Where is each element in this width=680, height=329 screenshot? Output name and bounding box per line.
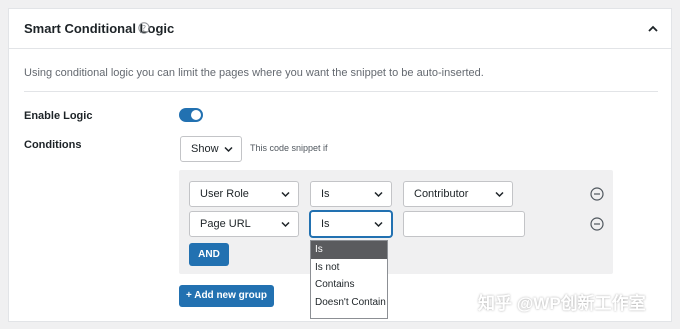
chevron-down-icon [495,191,504,198]
conditional-logic-panel: Smart Conditional Logic ? Using conditio… [8,8,672,322]
and-button[interactable]: AND [189,243,229,266]
remove-rule-icon[interactable] [590,187,604,201]
rule-field-value: Page URL [200,218,251,230]
show-hide-select[interactable]: Show [180,136,242,162]
panel-header[interactable]: Smart Conditional Logic ? [9,9,671,49]
chevron-down-icon [281,221,290,228]
chevron-down-icon [224,146,233,153]
rule-value-value: Contributor [414,188,469,200]
operator-option-is[interactable]: Is [311,241,387,259]
panel-title: Smart Conditional Logic [24,21,175,36]
watermark: 知乎 @WP创新工作室 [478,294,646,313]
rule-operator-value: Is [321,218,330,230]
operator-dropdown-list: Is Is not Contains Doesn't Contain [310,240,388,319]
panel-description: Using conditional logic you can limit th… [24,67,484,79]
rule-1-operator-select[interactable]: Is [310,181,392,207]
show-hide-value: Show [191,143,219,155]
rule-operator-value: Is [321,188,330,200]
rule-field-value: User Role [200,188,249,200]
operator-option-contains[interactable]: Contains [311,276,387,294]
rule-2-operator-select[interactable]: Is [310,211,392,237]
chevron-down-icon [374,221,383,228]
rule-2-field-select[interactable]: Page URL [189,211,299,237]
chevron-down-icon [374,191,383,198]
remove-rule-icon[interactable] [590,217,604,231]
chevron-down-icon [281,191,290,198]
svg-text:?: ? [142,24,146,33]
help-icon[interactable]: ? [138,22,150,34]
condition-group: User Role Is Contributor Page URL Is AND [179,170,613,274]
add-new-group-button[interactable]: + Add new group [179,285,274,307]
rule-2-value-input[interactable] [403,211,525,237]
rule-1-field-select[interactable]: User Role [189,181,299,207]
operator-option-doesnt-contain[interactable]: Doesn't Contain [311,294,387,312]
conditions-label: Conditions [24,139,82,151]
chevron-up-icon[interactable] [647,23,659,35]
operator-option-is-not[interactable]: Is not [311,259,387,277]
enable-logic-label: Enable Logic [24,110,93,122]
rule-1-value-select[interactable]: Contributor [403,181,513,207]
enable-logic-toggle[interactable] [179,108,203,122]
toggle-knob [191,110,201,120]
conditions-hint: This code snippet if [250,143,328,153]
divider [24,91,658,92]
